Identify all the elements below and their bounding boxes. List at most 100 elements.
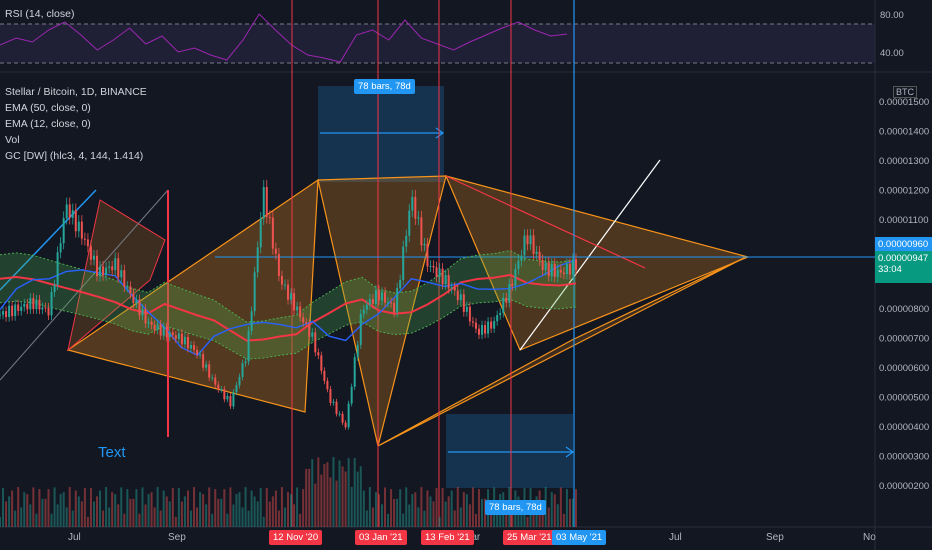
candle-body <box>62 218 65 244</box>
candle-body <box>265 187 268 217</box>
volume-bar <box>250 490 253 527</box>
date-marker-5[interactable]: 03 May '21 <box>552 530 607 545</box>
candle-body <box>293 293 296 311</box>
candle-body <box>390 302 393 304</box>
candle-body <box>338 413 341 415</box>
volume-bar <box>283 507 286 527</box>
indicator-ema50[interactable]: EMA (50, close, 0) <box>5 102 91 114</box>
price-tag-green-value: 0.00000947 <box>878 253 929 264</box>
volume-bar <box>14 510 17 527</box>
candle-body <box>214 377 217 385</box>
volume-bar <box>50 513 53 527</box>
candle-body <box>517 260 520 270</box>
volume-bar <box>205 504 208 527</box>
candle-body <box>329 389 332 403</box>
indicator-ema12[interactable]: EMA (12, close, 0) <box>5 118 91 130</box>
volume-bar <box>129 498 132 527</box>
volume-bar <box>423 510 426 527</box>
volume-bar <box>177 488 180 527</box>
candle-body <box>377 290 380 301</box>
candle-body <box>259 218 262 248</box>
volume-bar <box>414 492 417 527</box>
volume-bar <box>193 487 196 527</box>
candle-body <box>92 255 95 260</box>
volume-bar <box>147 494 150 527</box>
date-marker-3[interactable]: 13 Feb '21 <box>421 530 474 545</box>
candle-body <box>117 258 120 278</box>
candle-body <box>102 266 105 276</box>
y-tick-label: 0.00001400 <box>879 126 929 137</box>
candle-body <box>41 307 44 310</box>
measure-label-top[interactable]: 78 bars, 78d <box>354 79 415 94</box>
volume-bar <box>153 507 156 527</box>
indicator-gc[interactable]: GC [DW] (hlc3, 4, 144, 1.414) <box>5 150 143 162</box>
volume-bar <box>92 501 95 527</box>
candle-body <box>71 210 74 218</box>
candle-body <box>108 266 111 268</box>
currency-badge[interactable]: BTC <box>893 86 917 98</box>
volume-bar <box>481 498 484 527</box>
volume-bar <box>114 494 117 527</box>
volume-bar <box>32 487 35 527</box>
volume-bar <box>138 513 141 527</box>
candle-body <box>89 246 92 260</box>
candle-body <box>456 290 459 301</box>
date-marker-4[interactable]: 25 Mar '21 <box>503 530 556 545</box>
measure-box-top <box>318 86 444 182</box>
volume-bar <box>247 510 250 527</box>
x-tick-label: Sep <box>766 532 784 543</box>
candle-body <box>526 235 529 245</box>
indicator-vol[interactable]: Vol <box>5 134 20 146</box>
candle-body <box>290 293 293 300</box>
volume-bar <box>132 498 135 527</box>
date-marker-1[interactable]: 12 Nov '20 <box>269 530 323 545</box>
volume-bar <box>405 487 408 527</box>
volume-bar <box>268 501 271 527</box>
candle-body <box>83 238 86 240</box>
volume-bar <box>65 507 68 527</box>
candle-body <box>562 272 565 274</box>
candle-body <box>202 354 205 368</box>
candle-body <box>53 284 56 292</box>
volume-bar <box>393 498 396 527</box>
candle-body <box>8 305 11 318</box>
chart-canvas[interactable]: 80.00 40.00 0.00001500 0.00001400 0.00001300… <box>0 0 932 550</box>
candle-body <box>362 309 365 314</box>
text-annotation[interactable]: Text <box>98 444 126 461</box>
candle-body <box>311 332 314 337</box>
candle-body <box>435 267 438 277</box>
volume-bar <box>438 516 441 527</box>
volume-bar <box>262 516 265 527</box>
volume-bar <box>123 513 126 527</box>
y-tick-label: 0.00000600 <box>879 363 929 374</box>
candle-body <box>556 269 559 277</box>
candle-body <box>474 322 477 329</box>
candle-body <box>80 221 83 239</box>
volume-bar <box>220 498 223 527</box>
measure-label-bottom[interactable]: 78 bars, 78d <box>485 500 546 515</box>
candle-body <box>299 306 302 318</box>
candle-body <box>296 306 299 311</box>
volume-bar <box>302 489 305 527</box>
candle-body <box>17 304 20 311</box>
candle-body <box>193 345 196 351</box>
volume-bar <box>208 487 211 527</box>
volume-bar <box>126 489 129 527</box>
candle-body <box>438 268 441 277</box>
candle-body <box>332 401 335 403</box>
rsi-tick-80: 80.00 <box>880 10 904 21</box>
candle-body <box>77 221 80 232</box>
volume-bar <box>117 504 120 527</box>
candle-body <box>465 306 468 312</box>
candle-body <box>129 286 132 294</box>
y-tick-label: 0.00001100 <box>879 215 929 226</box>
candle-body <box>547 262 550 277</box>
candle-body <box>223 389 226 400</box>
y-tick-label: 0.00001500 <box>879 97 929 108</box>
candle-body <box>314 332 317 353</box>
date-marker-2[interactable]: 03 Jan '21 <box>355 530 407 545</box>
candle-body <box>305 322 308 324</box>
candle-body <box>50 291 53 316</box>
candle-body <box>168 332 171 338</box>
volume-bar <box>411 494 414 527</box>
